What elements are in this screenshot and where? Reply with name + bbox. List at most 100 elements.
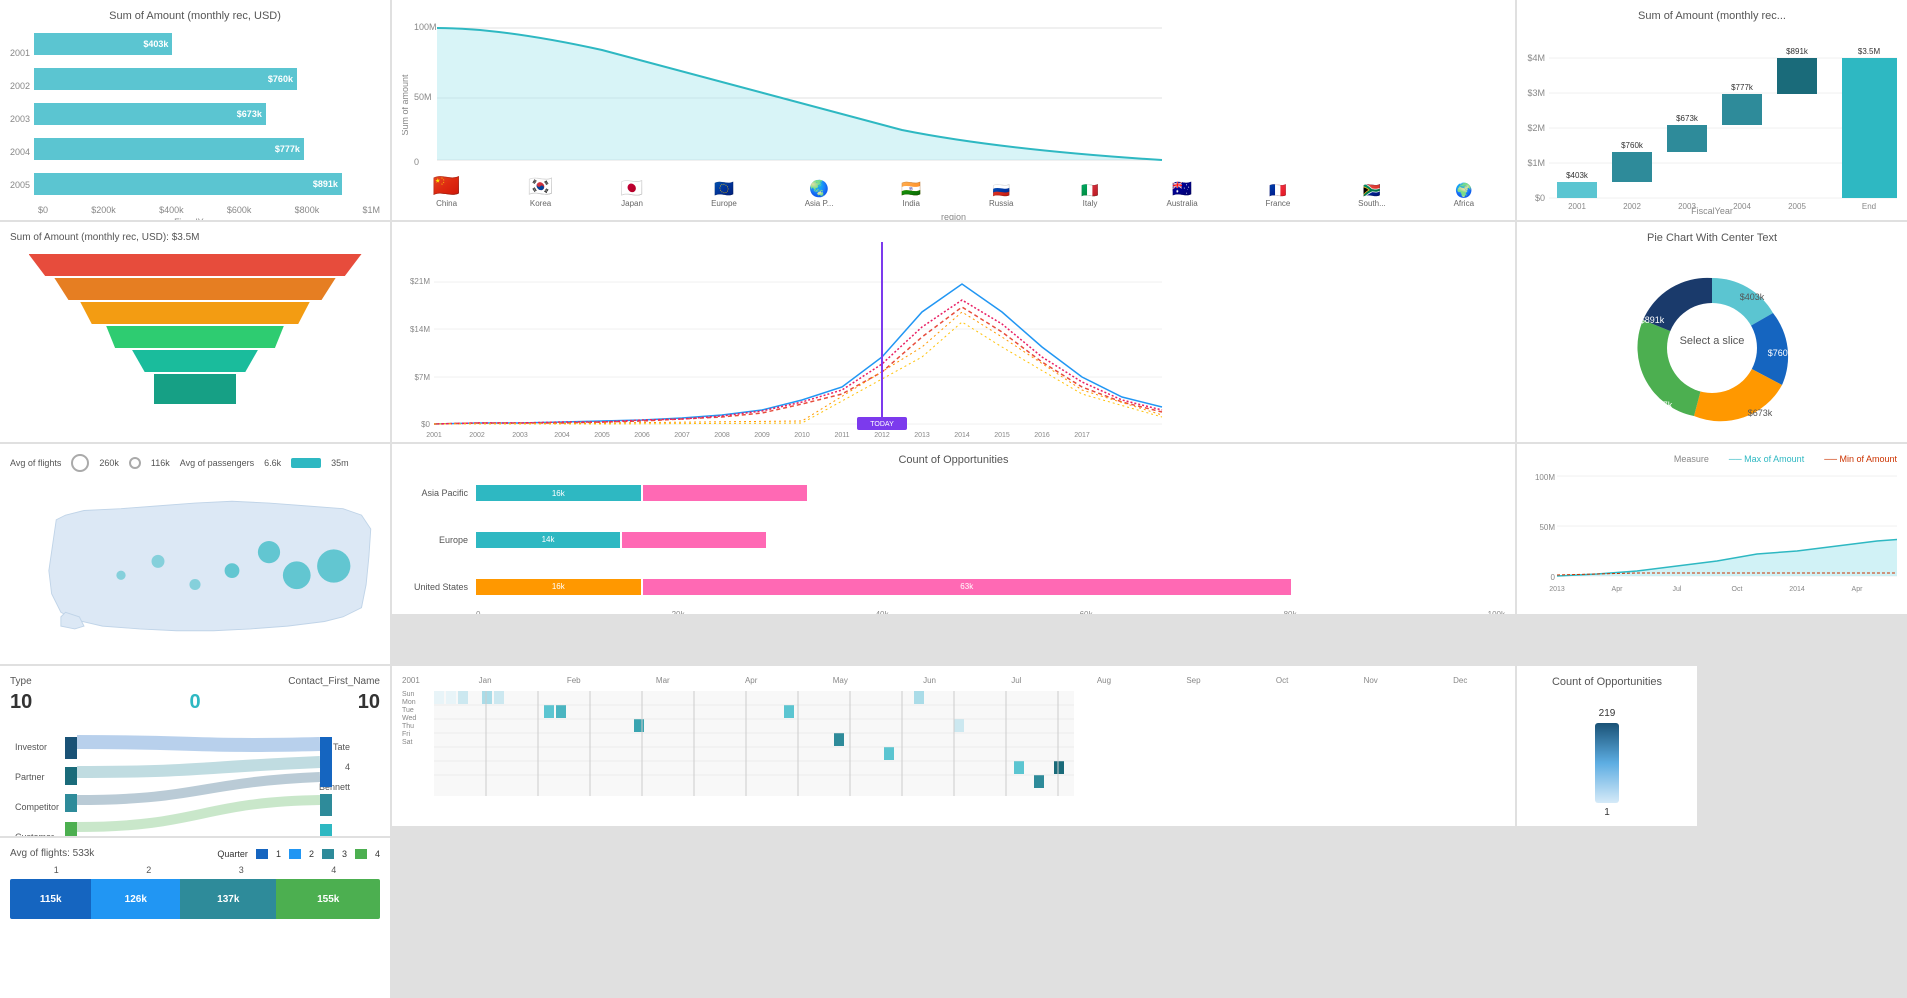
ml-x-2003: 2003: [512, 432, 528, 439]
sankey-bar-right3: [320, 824, 332, 836]
map-bubble-4: [317, 549, 350, 582]
sankey-chart-cell: Type Contact_First_Name 10 0 10 Investor…: [0, 666, 390, 836]
sankey-left-value: 10: [10, 691, 32, 714]
map-bubble-6: [152, 555, 165, 568]
bubble-y-label: Sum of amount: [402, 74, 410, 136]
sankey-competitor-label: Competitor: [15, 802, 59, 812]
ml-x-2004: 2004: [554, 432, 570, 439]
bar-year-2005: 2005: [10, 180, 30, 190]
funnel-layer-6: [154, 374, 235, 404]
grouped-row-europe: 14k: [476, 532, 1505, 548]
bubble-chart-svg: 100M 50M 0 Sum of amount: [402, 10, 1505, 180]
flag-korea: 🇰🇷Korea: [528, 174, 553, 208]
sankey-contact-label: Contact_First_Name: [288, 676, 380, 687]
map-bubble-1: [258, 541, 280, 563]
sankey-values: 10 0 10: [10, 691, 380, 714]
area-x-2013: 2013: [1549, 586, 1565, 593]
gantt-q3-label: 3: [239, 865, 244, 875]
calendar-grid-container: Sun Mon Tue Wed Thu Fri Sat // This is s…: [402, 691, 1505, 796]
pie-chart-title: Pie Chart With Center Text: [1527, 232, 1897, 244]
bubble-chart-cell: 100M 50M 0 Sum of amount 🇨🇳China 🇰🇷Korea…: [392, 0, 1515, 220]
grouped-label-us: United States: [402, 582, 468, 592]
area-chart-cell: Measure ── Max of Amount ── Min of Amoun…: [1517, 444, 1907, 614]
wf-bar-2001: [1557, 182, 1597, 198]
flag-france: 🇫🇷France: [1265, 182, 1290, 208]
gantt-bar-3: 137k: [180, 879, 276, 919]
sankey-bar-partner: [65, 767, 77, 785]
area-fill: [1557, 531, 1897, 576]
calendar-heatmap-cell: 2001 JanFebMarAprMayJunJulAugSepOctNovDe…: [392, 666, 1515, 826]
ml-x-2006: 2006: [634, 432, 650, 439]
wf-x-2002: 2002: [1623, 202, 1641, 211]
sankey-bar-tate: [320, 737, 332, 787]
map-legend: Avg of flights 260k 116k Avg of passenge…: [10, 454, 380, 472]
gantt-quarter-labels: 1 2 3 4: [10, 865, 380, 875]
pie-label-673k: $673k: [1748, 408, 1773, 418]
area-x-oct1: Oct: [1732, 586, 1743, 593]
gantt-legend-1-label: 1: [276, 849, 281, 859]
bubble-y-50m: 50M: [414, 92, 432, 102]
calendar-header: 2001 JanFebMarAprMayJunJulAugSepOctNovDe…: [402, 676, 1505, 687]
ml-y-14m: $14M: [410, 325, 430, 334]
gantt-legend-1: [256, 849, 268, 859]
ml-y-0: $0: [421, 420, 430, 429]
count-gradient: [1595, 723, 1619, 803]
pie-label-403k: $403k: [1740, 292, 1765, 302]
grouped-bar-europe-teal: 14k: [476, 532, 620, 548]
wf-bar-2003: [1667, 125, 1707, 152]
sankey-partner-label: Partner: [15, 772, 45, 782]
pie-label-891k: $891k: [1640, 315, 1665, 325]
map-flights-116k: 116k: [151, 458, 170, 468]
funnel-chart-cell: Sum of Amount (monthly rec, USD): $3.5M: [0, 222, 390, 442]
ml-today-label: TODAY: [870, 421, 894, 428]
map-svg: [10, 476, 380, 656]
calendar-svg: // This is static SVG for the heatmap: [434, 691, 1074, 796]
grouped-bar-us-orange: 16k: [476, 579, 641, 595]
wf-label-end: $3.5M: [1858, 47, 1881, 56]
map-flights-260k: 260k: [99, 458, 119, 468]
sankey-right-value: 10: [358, 691, 380, 714]
count-legend-title: Count of Opportunities: [1527, 676, 1687, 688]
gantt-legend: Quarter 1 2 3 4: [217, 849, 380, 859]
wf-x-2005: 2005: [1788, 202, 1806, 211]
gantt-header: Avg of flights: 533k Quarter 1 2 3 4: [10, 848, 380, 859]
grouped-bar-us-pink: 63k: [643, 579, 1291, 595]
sankey-tate-label: Tate: [333, 742, 350, 752]
gantt-bar-1: 115k: [10, 879, 91, 919]
sankey-path-2: [77, 762, 320, 772]
pie-center-text: Select a slice: [1680, 335, 1745, 347]
wf-label-2001: $403k: [1566, 171, 1589, 180]
grouped-row-us: 16k 63k: [476, 579, 1505, 595]
pie-container: $403k $760k $673k $777k $891k Select a s…: [1612, 248, 1812, 442]
ml-x-2005: 2005: [594, 432, 610, 439]
map-bubble-7: [116, 571, 125, 580]
ml-line-red: [434, 307, 1162, 424]
funnel-layer-3: [80, 302, 309, 324]
flag-china: 🇨🇳China: [433, 173, 460, 208]
ml-x-2007: 2007: [674, 432, 690, 439]
flag-russia: 🇷🇺Russia: [989, 182, 1013, 208]
calendar-month-labels: JanFebMarAprMayJunJulAugSepOctNovDec: [441, 676, 1505, 685]
funnel-title: Sum of Amount (monthly rec, USD): $3.5M: [10, 232, 380, 243]
wf-x-end: End: [1862, 202, 1876, 211]
ml-x-2002: 2002: [469, 432, 485, 439]
map-color-swatch: [291, 458, 321, 468]
ml-x-2014: 2014: [954, 432, 970, 439]
bubble-area: [437, 28, 1162, 160]
bar-chart-bars: $403k $760k $673k $777k $891k: [34, 26, 380, 201]
sankey-center-value: 0: [189, 691, 200, 714]
sankey-header: Type Contact_First_Name: [10, 676, 380, 687]
gantt-title: Avg of flights: 533k: [10, 848, 94, 859]
wf-y-1m: $1M: [1527, 158, 1545, 168]
waterfall-title: Sum of Amount (monthly rec...: [1527, 10, 1897, 22]
pie-label-760k: $760k: [1768, 348, 1793, 358]
wf-x-2004: 2004: [1733, 202, 1751, 211]
gantt-bar-1-value: 115k: [40, 894, 62, 905]
wf-x-2001: 2001: [1568, 202, 1586, 211]
bar-y-axis: 2001 2002 2003 2004 2005: [10, 26, 30, 201]
waterfall-svg: $0 $1M $2M $3M $4M $403k $760k $673k $77…: [1527, 26, 1897, 211]
count-min-value: 1: [1604, 807, 1610, 818]
wf-label-2005: $891k: [1786, 47, 1809, 56]
sankey-path-1: [77, 742, 320, 745]
funnel-layer-5: [132, 350, 258, 372]
